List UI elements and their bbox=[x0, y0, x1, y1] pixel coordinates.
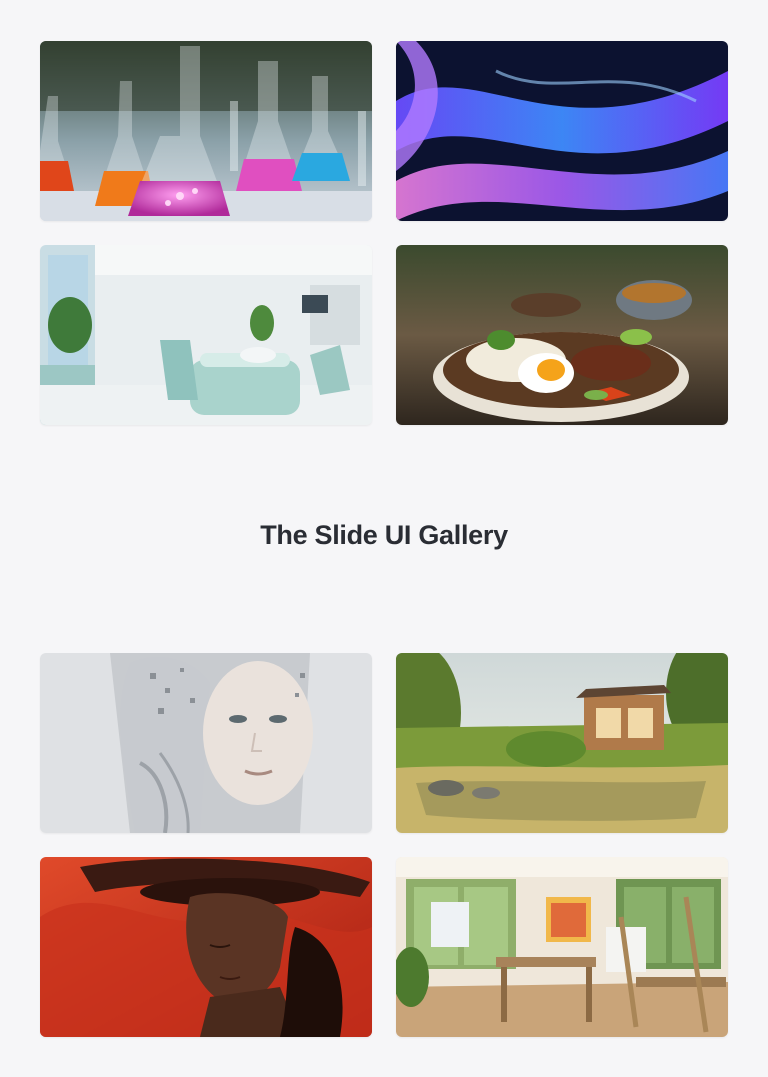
gallery-image-abstract-ribbons[interactable] bbox=[396, 41, 728, 221]
gallery-image-clinic-interior[interactable] bbox=[40, 245, 372, 425]
gallery-image-lab-glassware[interactable] bbox=[40, 41, 372, 221]
lab-glassware-illustration bbox=[40, 41, 372, 221]
gallery-image-art-studio[interactable] bbox=[396, 857, 728, 1037]
abstract-ribbons-illustration bbox=[396, 41, 728, 221]
gallery-image-robot-portrait[interactable] bbox=[40, 653, 372, 833]
gallery-image-red-hat-portrait[interactable] bbox=[40, 857, 372, 1037]
gallery-top-grid bbox=[40, 41, 728, 425]
gallery-image-garden-pond[interactable] bbox=[396, 653, 728, 833]
art-studio-illustration bbox=[396, 857, 728, 1037]
gallery-bottom-grid bbox=[40, 653, 728, 1037]
red-hat-portrait-illustration bbox=[40, 857, 372, 1037]
garden-pond-illustration bbox=[396, 653, 728, 833]
food-bowl-illustration bbox=[396, 245, 728, 425]
robot-portrait-illustration bbox=[40, 653, 372, 833]
gallery-title: The Slide UI Gallery bbox=[260, 520, 508, 550]
gallery-image-food-bowl[interactable] bbox=[396, 245, 728, 425]
clinic-interior-illustration bbox=[40, 245, 372, 425]
